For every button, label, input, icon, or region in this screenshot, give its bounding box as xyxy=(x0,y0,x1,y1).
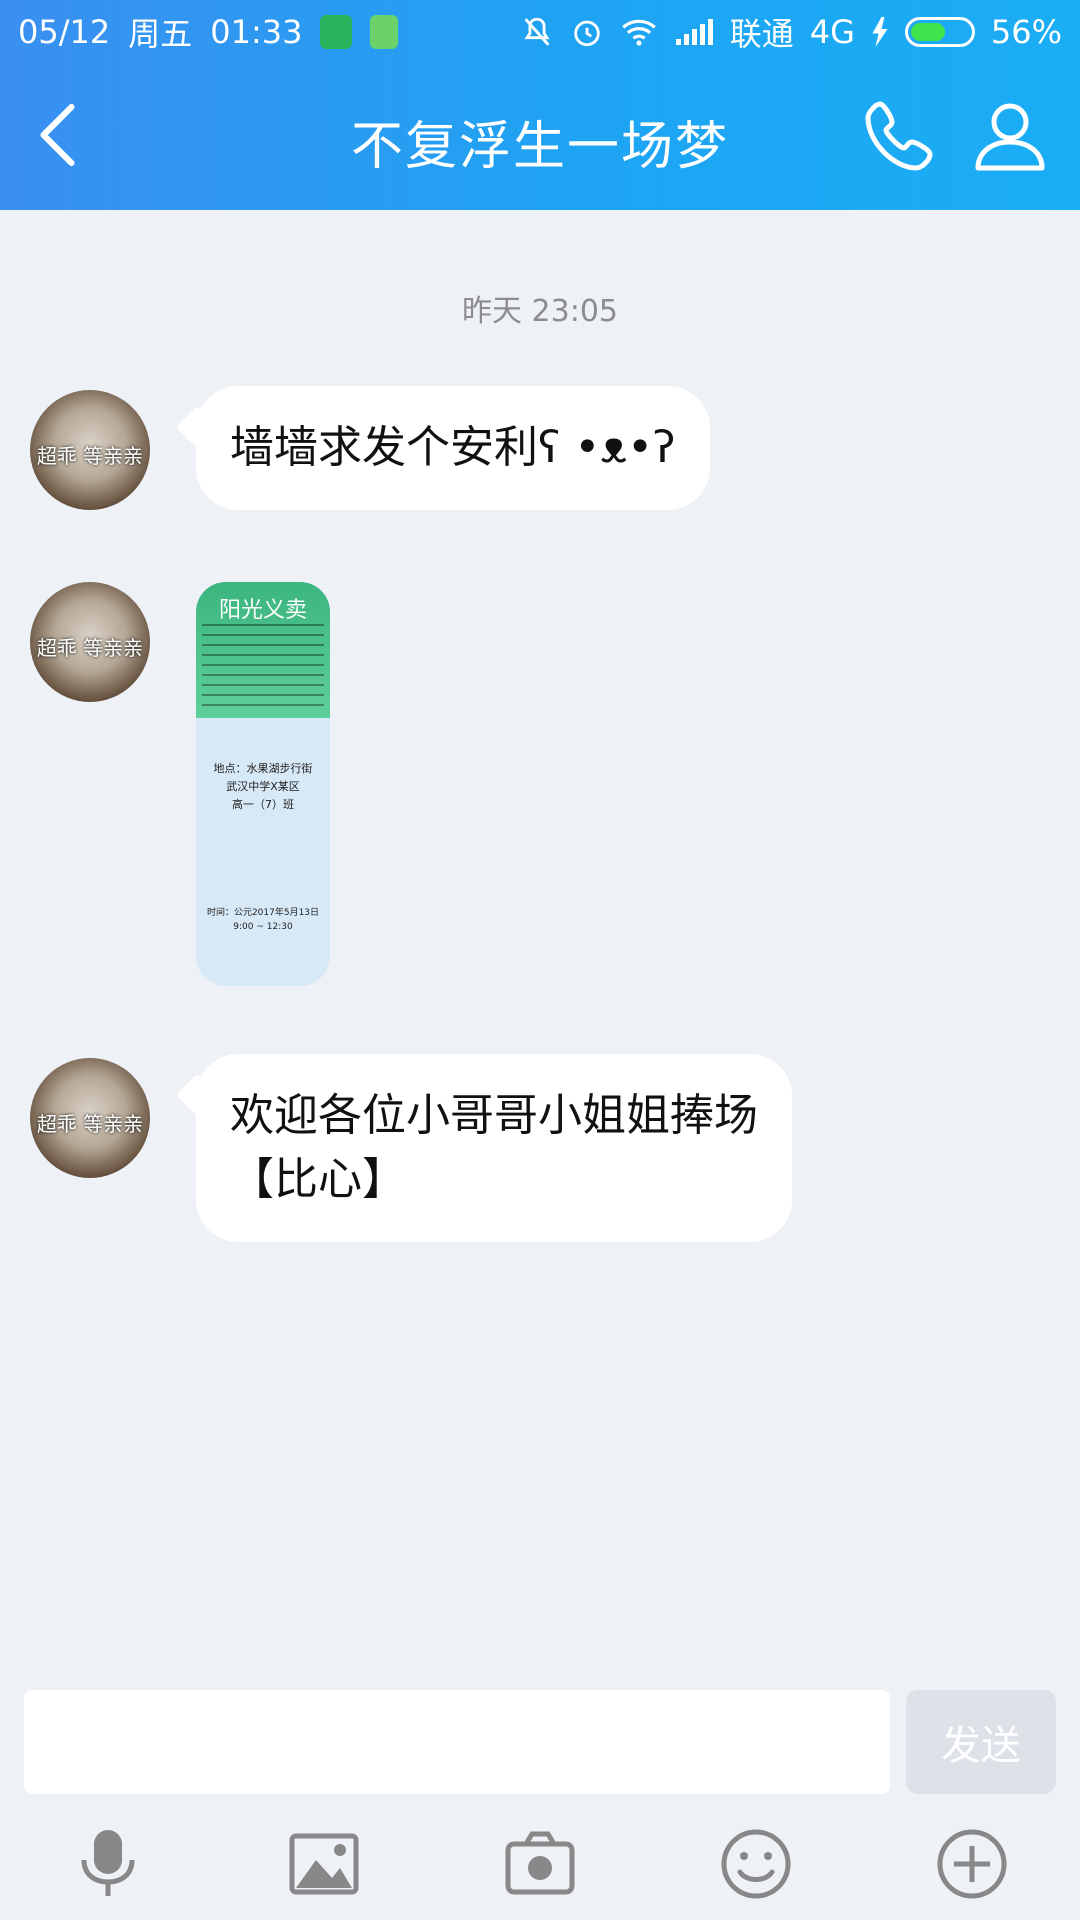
avatar[interactable]: 超乖 等亲亲 xyxy=(30,1058,150,1178)
message-text: 墙墙求发个安利ʕ •ᴥ•ʔ xyxy=(230,422,676,473)
charging-icon xyxy=(872,17,888,47)
send-button[interactable]: 发送 xyxy=(906,1690,1056,1794)
poster-time-line: 9:00 ~ 12:30 xyxy=(233,922,293,932)
plus-circle-icon[interactable] xyxy=(932,1824,1012,1904)
poster-header: 阳光义卖 xyxy=(196,582,330,718)
message-bubble[interactable]: 欢迎各位小哥哥小姐姐捧场 【比心】 xyxy=(196,1054,792,1242)
avatar[interactable]: 超乖 等亲亲 xyxy=(30,582,150,702)
network-type: 4G xyxy=(809,13,855,51)
status-date: 05/12 xyxy=(18,13,111,51)
poster-location: 地点：水果湖步行街 武汉中学X某区 高一（7）班 xyxy=(196,760,330,814)
nav-bar: 不复浮生一场梦 xyxy=(0,88,1080,188)
emoji-icon[interactable] xyxy=(716,1824,796,1904)
poster-location-line: 地点：水果湖步行街 xyxy=(213,762,313,775)
input-toolbar xyxy=(0,1820,1080,1910)
phone-icon[interactable] xyxy=(860,96,940,176)
security-shield-icon xyxy=(320,15,353,49)
poster-location-line: 武汉中学X某区 xyxy=(226,780,300,793)
status-bar: 05/12 周五 01:33 联通 4G 56% xyxy=(18,10,1062,54)
chat-header: 05/12 周五 01:33 联通 4G 56% 不复浮生一场梦 xyxy=(0,0,1080,210)
message-bubble[interactable]: 墙墙求发个安利ʕ •ᴥ•ʔ xyxy=(196,386,710,510)
signal-icon xyxy=(675,19,713,45)
camera-icon[interactable] xyxy=(500,1824,580,1904)
status-right: 联通 4G 56% xyxy=(520,9,1062,55)
avatar[interactable]: 超乖 等亲亲 xyxy=(30,390,150,510)
message-input[interactable] xyxy=(24,1690,890,1794)
message-timestamp: 昨天 23:05 xyxy=(462,294,618,329)
microphone-icon[interactable] xyxy=(68,1824,148,1904)
carrier-name: 联通 xyxy=(729,15,794,53)
avatar-caption: 超乖 等亲亲 xyxy=(36,636,144,660)
poster-time: 时间：公元2017年5月13日 9:00 ~ 12:30 xyxy=(196,906,330,934)
image-message[interactable]: 阳光义卖 地点：水果湖步行街 武汉中学X某区 高一（7）班 时间：公元2017年… xyxy=(196,582,330,986)
wifi-icon xyxy=(621,19,656,46)
avatar-caption: 超乖 等亲亲 xyxy=(36,1112,144,1136)
alarm-icon xyxy=(573,20,600,47)
message-text-line: 【比心】 xyxy=(230,1154,406,1205)
poster-location-line: 高一（7）班 xyxy=(232,798,294,811)
poster-title: 阳光义卖 xyxy=(218,598,307,623)
status-weekday: 周五 xyxy=(128,15,193,53)
avatar-caption: 超乖 等亲亲 xyxy=(36,444,144,468)
battery-icon xyxy=(904,17,975,47)
poster-time-line: 时间：公元2017年5月13日 xyxy=(206,908,320,918)
message-text-line: 欢迎各位小哥哥小姐姐捧场 xyxy=(230,1090,758,1141)
status-time: 01:33 xyxy=(210,13,303,51)
battery-saver-icon xyxy=(370,15,399,49)
mute-bell-icon xyxy=(524,17,550,46)
status-left: 05/12 周五 01:33 xyxy=(18,9,399,55)
user-icon[interactable] xyxy=(970,96,1050,176)
battery-percent: 56% xyxy=(990,13,1062,51)
poster-text-lines xyxy=(202,624,324,710)
image-icon[interactable] xyxy=(284,1824,364,1904)
